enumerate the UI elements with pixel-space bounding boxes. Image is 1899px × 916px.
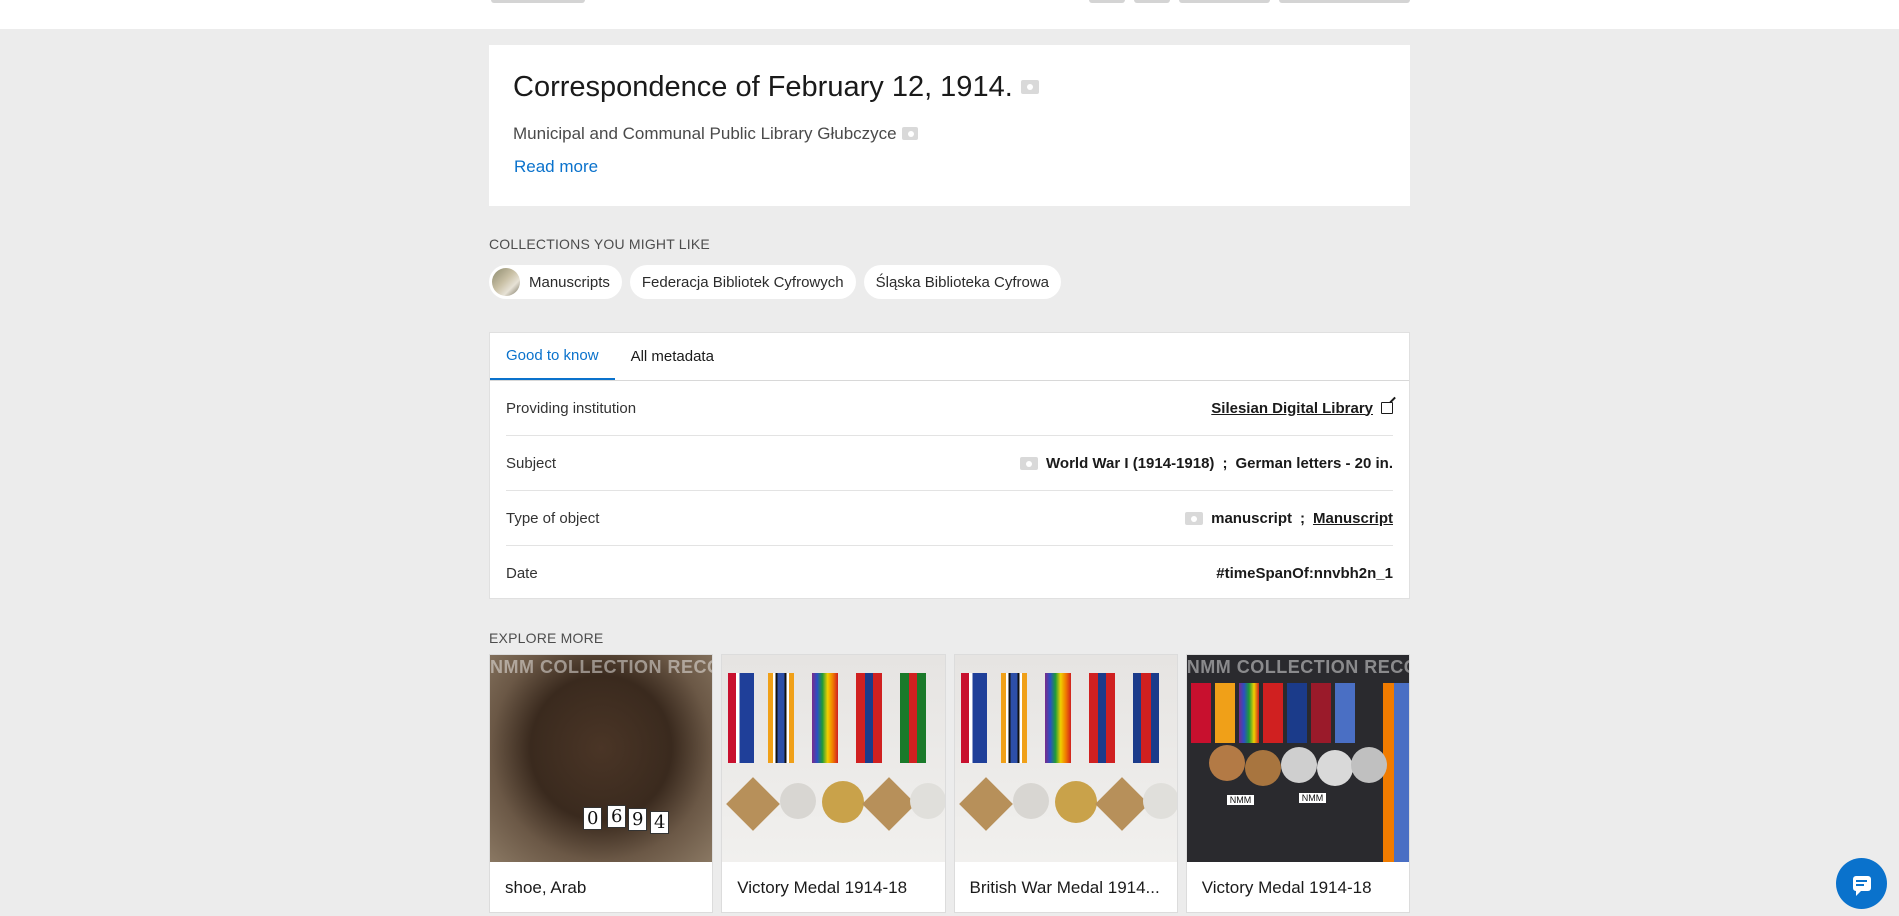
collections-heading: COLLECTIONS YOU MIGHT LIKE [489,236,710,252]
metadata-card: Good to know All metadata Providing inst… [489,332,1410,599]
explore-card[interactable]: British War Medal 1914... [953,654,1178,913]
tab-all-metadata[interactable]: All metadata [615,333,730,380]
header-button[interactable] [1279,0,1410,3]
tab-good-to-know[interactable]: Good to know [490,333,615,380]
image-watermark: NMM COLLECTION RECORD [490,657,712,677]
value-separator: ; [1299,509,1305,527]
collection-pill-slaska[interactable]: Śląska Biblioteka Cyfrowa [863,265,1062,299]
header-icon-button[interactable] [1089,0,1125,3]
object-tag: 9 [628,808,648,831]
collection-pill-federacja[interactable]: Federacja Bibliotek Cyfrowych [629,265,856,299]
language-icon[interactable] [901,127,918,141]
header-button[interactable] [1179,0,1270,3]
metadata-value: manuscript ; Manuscript [1185,510,1393,527]
collection-thumbnail [492,268,520,296]
subject-value[interactable]: World War I (1914-1918) [1046,455,1214,472]
metadata-key: Date [506,565,538,582]
card-title-text: shoe, Arab [505,878,587,897]
object-tag: 0 [583,807,603,830]
language-icon[interactable] [1020,456,1039,470]
metadata-row-date: Date #timeSpanOf:nnvbh2n_1 [506,546,1393,601]
metadata-value: Silesian Digital Library [1211,400,1393,417]
card-title-text: Victory Medal 1914-18 [1201,878,1372,897]
metadata-key: Providing institution [506,399,637,417]
subject-value[interactable]: German letters - 20 in. [1235,455,1393,472]
metadata-value: #timeSpanOf:nnvbh2n_1 [1216,565,1393,582]
card-image [954,655,1177,862]
header-icon-button[interactable] [1134,0,1170,3]
value-separator: ; [1222,454,1228,472]
collection-label: Manuscripts [529,273,610,291]
card-image: NMM COLLECTION RECORD NMM NMM [1186,655,1409,862]
explore-card[interactable]: Victory Medal 1914-18 [721,654,946,913]
type-link[interactable]: Manuscript [1313,510,1393,527]
card-image: NMM COLLECTION RECORD 0 6 9 4 [490,655,713,862]
collection-label: Federacja Bibliotek Cyfrowych [641,273,844,291]
chat-button[interactable] [1836,858,1887,909]
institution-label: Municipal and Communal Public Library Gł… [513,123,897,143]
chat-icon [1852,876,1871,896]
metadata-row-provider: Providing institution Silesian Digital L… [506,381,1393,436]
top-header [0,0,1899,29]
object-tag: 6 [607,805,627,828]
collection-pill-manuscripts[interactable]: Manuscripts [489,265,622,299]
card-title-text: British War Medal 1914... [969,878,1160,897]
object-tag: NMM [1226,795,1255,805]
collection-label: Śląska Biblioteka Cyfrowa [875,273,1050,291]
metadata-key: Type of object [506,509,600,527]
card-title-text: Victory Medal 1914-18 [737,878,908,897]
card-title: British War Medal 1914... [955,862,1177,912]
image-watermark: NMM COLLECTION RECORD [1186,657,1409,677]
type-value[interactable]: manuscript [1211,510,1292,527]
metadata-rows: Providing institution Silesian Digital L… [490,381,1409,601]
object-tag: NMM [1298,793,1327,803]
explore-cards: NMM COLLECTION RECORD 0 6 9 4 shoe, Arab… [489,654,1410,913]
record-institution: Municipal and Communal Public Library Gł… [513,124,1386,144]
record-summary-card: Correspondence of February 12, 1914. Mun… [489,45,1410,206]
page-title: Correspondence of February 12, 1914. [513,70,1386,105]
metadata-value: World War I (1914-1918) ; German letters… [1020,455,1393,472]
explore-card[interactable]: NMM COLLECTION RECORD 0 6 9 4 shoe, Arab [489,654,714,913]
card-title: Victory Medal 1914-18 [1187,862,1409,912]
external-link-icon [1381,402,1393,414]
explore-card[interactable]: NMM COLLECTION RECORD NMM NMM Victory Me… [1185,654,1410,913]
card-image [722,655,945,862]
read-more-link[interactable]: Read more [513,157,598,177]
record-title: Correspondence of February 12, 1914. [513,71,1013,103]
metadata-row-type: Type of object manuscript ; Manuscript [506,491,1393,546]
metadata-row-subject: Subject World War I (1914-1918) ; German… [506,436,1393,491]
language-icon[interactable] [1185,511,1204,525]
provider-link[interactable]: Silesian Digital Library [1211,400,1373,417]
language-icon[interactable] [1020,80,1039,95]
object-tag: 4 [650,811,670,834]
explore-heading: EXPLORE MORE [489,630,604,646]
card-title: shoe, Arab [490,862,712,912]
collections-list: Manuscripts Federacja Bibliotek Cyfrowyc… [489,265,1410,299]
card-title: Victory Medal 1914-18 [722,862,944,912]
metadata-key: Subject [506,454,557,472]
metadata-tabs: Good to know All metadata [490,333,1409,381]
header-control[interactable] [491,0,585,3]
